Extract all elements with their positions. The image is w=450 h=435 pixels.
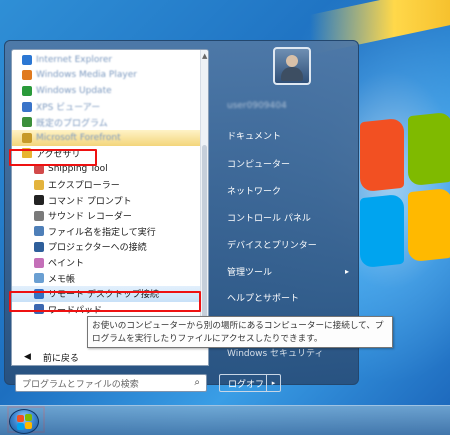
right-item-admin-tools[interactable]: 管理ツール ▸ xyxy=(219,261,357,281)
program-item[interactable]: Windows Media Player xyxy=(12,68,202,84)
programs-scrollbar[interactable]: ▲ xyxy=(200,50,208,348)
program-label: アクセサリ xyxy=(36,149,81,160)
program-item[interactable]: ワードパッド xyxy=(12,302,202,318)
scroll-up-icon[interactable]: ▲ xyxy=(202,52,207,60)
program-item[interactable]: 既定のプログラム xyxy=(12,114,202,130)
program-icon xyxy=(22,85,32,96)
program-icon xyxy=(34,257,44,268)
program-item[interactable]: プロジェクターへの接続 xyxy=(12,239,202,255)
program-icon xyxy=(22,70,32,81)
shutdown-options-arrow-icon[interactable]: ▸ xyxy=(266,375,280,391)
programs-pane: Internet Explorer Windows Media Player Win… xyxy=(11,49,209,349)
scroll-thumb[interactable] xyxy=(202,145,207,320)
logoff-button[interactable]: ログオフ ▸ xyxy=(219,374,281,392)
right-item-documents[interactable]: ドキュメント xyxy=(219,125,357,145)
taskbar xyxy=(0,405,450,435)
program-item[interactable]: アクセサリ xyxy=(12,146,202,162)
program-label: Internet Explorer xyxy=(36,54,113,65)
right-item-help[interactable]: ヘルプとサポート xyxy=(219,287,357,307)
right-item-devices-printers[interactable]: デバイスとプリンター xyxy=(219,234,357,254)
program-item[interactable]: メモ帳 xyxy=(12,270,202,286)
username-link[interactable]: user0909404 xyxy=(219,96,357,116)
program-item[interactable]: サウンド レコーダー xyxy=(12,208,202,224)
program-icon xyxy=(34,210,44,221)
back-label: 前に戻る xyxy=(42,353,79,364)
program-label: Microsoft Forefront xyxy=(36,132,121,143)
program-item[interactable]: Microsoft Forefront xyxy=(12,129,202,146)
program-label: Windows Update xyxy=(36,85,112,96)
program-icon xyxy=(22,54,32,65)
program-item[interactable]: Windows Update xyxy=(12,83,202,99)
program-icon xyxy=(22,101,32,112)
program-item[interactable]: ファイル名を指定して実行 xyxy=(12,224,202,240)
search-icon[interactable]: ⌕ xyxy=(194,377,200,388)
program-item[interactable]: コマンド プロンプト xyxy=(12,192,202,208)
program-icon xyxy=(34,195,44,206)
tooltip: お使いのコンピューターから別の場所にあるコンピューターに接続して、プログラムを実… xyxy=(87,316,393,348)
program-label: プロジェクターへの接続 xyxy=(48,243,147,254)
program-icon xyxy=(34,273,44,284)
program-label: エクスプローラー xyxy=(48,181,120,192)
program-icon xyxy=(22,117,32,128)
program-label: ファイル名を指定して実行 xyxy=(48,227,156,238)
windows-logo-icon xyxy=(17,415,24,422)
program-icon xyxy=(34,179,44,190)
program-icon xyxy=(34,241,44,252)
program-label: コマンド プロンプト xyxy=(48,196,132,207)
program-item[interactable]: XPS ビューアー xyxy=(12,99,202,115)
user-picture[interactable] xyxy=(273,47,311,85)
back-button[interactable]: ◀ 前に戻る xyxy=(12,348,210,366)
program-label: Windows Media Player xyxy=(36,70,137,81)
program-item[interactable]: Internet Explorer xyxy=(12,52,202,68)
back-arrow-icon: ◀ xyxy=(24,352,31,362)
program-icon xyxy=(34,163,44,174)
back-area: ◀ 前に戻る xyxy=(11,346,209,366)
program-item[interactable]: エクスプローラー xyxy=(12,177,202,193)
program-label: ワードパッド xyxy=(48,305,103,316)
program-icon xyxy=(22,132,32,143)
program-icon xyxy=(34,304,44,315)
programs-list: Internet Explorer Windows Media Player Win… xyxy=(12,52,202,317)
program-icon xyxy=(34,226,44,237)
program-label: ペイント xyxy=(48,259,85,270)
right-item-network[interactable]: ネットワーク xyxy=(219,180,357,200)
program-label: XPS ビューアー xyxy=(36,103,101,114)
windows-flag-wallpaper xyxy=(360,111,450,290)
right-item-computer[interactable]: コンピューター xyxy=(219,153,357,173)
program-icon xyxy=(34,288,44,299)
program-label: メモ帳 xyxy=(48,274,76,285)
right-item-control-panel[interactable]: コントロール パネル xyxy=(219,207,357,227)
program-label: 既定のプログラム xyxy=(36,118,108,129)
program-item[interactable]: Snipping Tool xyxy=(12,161,202,177)
program-label: リモート デスクトップ接続 xyxy=(48,290,159,301)
program-item[interactable]: リモート デスクトップ接続 xyxy=(12,285,202,302)
submenu-arrow-icon: ▸ xyxy=(344,266,349,276)
search-placeholder: プログラムとファイルの検索 xyxy=(22,379,139,390)
program-label: サウンド レコーダー xyxy=(48,212,132,223)
search-input[interactable]: プログラムとファイルの検索 ⌕ xyxy=(15,374,207,392)
program-item[interactable]: ペイント xyxy=(12,255,202,271)
start-button[interactable] xyxy=(9,409,39,434)
folder-icon xyxy=(22,148,32,159)
program-label: Snipping Tool xyxy=(48,163,108,174)
